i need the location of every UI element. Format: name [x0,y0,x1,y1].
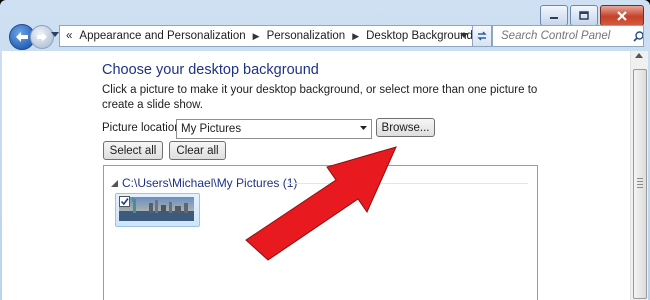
close-icon [617,10,627,21]
address-dropdown-chevron-down-icon[interactable] [460,33,468,38]
content-pane: Choose your desktop background Click a p… [2,51,648,300]
picture-thumbnail[interactable] [115,193,200,227]
address-bar[interactable]: « Appearance and Personalization ▶ Perso… [59,25,473,47]
search-icon[interactable] [633,30,643,42]
picture-list-panel: C:\Users\Michael\My Pictures (1) [103,165,538,300]
breadcrumb-separator-icon[interactable]: ▶ [253,31,260,42]
search-input[interactable] [499,29,631,43]
picture-group-label: C:\Users\Michael\My Pictures (1) [122,176,298,190]
control-panel-window: « Appearance and Personalization ▶ Perso… [0,0,650,300]
back-arrow-icon [16,32,28,42]
minimize-icon [550,16,558,19]
refresh-icon [477,31,487,41]
statue-of-liberty-thumbnail [119,197,194,221]
checkmark-icon [120,198,129,206]
page-title: Choose your desktop background [102,62,319,78]
breadcrumb-desktop-background[interactable]: Desktop Background [365,30,472,42]
page-description: Click a picture to make it your desktop … [102,84,538,111]
scroll-up-arrow-icon[interactable] [635,53,643,58]
scrollbar-grip-icon [637,178,643,190]
caption-buttons [540,5,644,26]
maximize-icon [579,11,589,20]
close-button[interactable] [600,5,644,26]
search-box[interactable] [492,25,644,47]
clear-all-button[interactable]: Clear all [169,141,226,160]
picture-location-value: My Pictures [181,123,242,135]
scrollbar-thumb[interactable] [633,69,647,299]
group-divider [286,183,528,184]
minimize-button[interactable] [540,5,568,26]
select-all-button[interactable]: Select all [103,141,163,160]
address-overflow-chevrons[interactable]: « [66,30,72,42]
refresh-button[interactable] [472,25,492,47]
breadcrumb-appearance-personalization[interactable]: Appearance and Personalization [78,30,246,42]
vertical-scrollbar[interactable] [630,51,648,300]
picture-location-select[interactable]: My Pictures [176,119,372,139]
picture-checkbox[interactable] [119,196,130,207]
maximize-button[interactable] [570,5,598,26]
chevron-down-icon [360,126,367,130]
picture-location-label: Picture location: [102,122,184,134]
collapse-triangle-icon[interactable] [111,179,118,187]
forward-arrow-icon [37,32,47,42]
breadcrumb-personalization[interactable]: Personalization [266,30,347,42]
picture-group-header[interactable]: C:\Users\Michael\My Pictures (1) [111,176,297,190]
browse-button[interactable]: Browse... [376,118,435,137]
recent-pages-chevron-down-icon[interactable] [51,32,59,38]
breadcrumb-separator-icon[interactable]: ▶ [352,31,359,42]
